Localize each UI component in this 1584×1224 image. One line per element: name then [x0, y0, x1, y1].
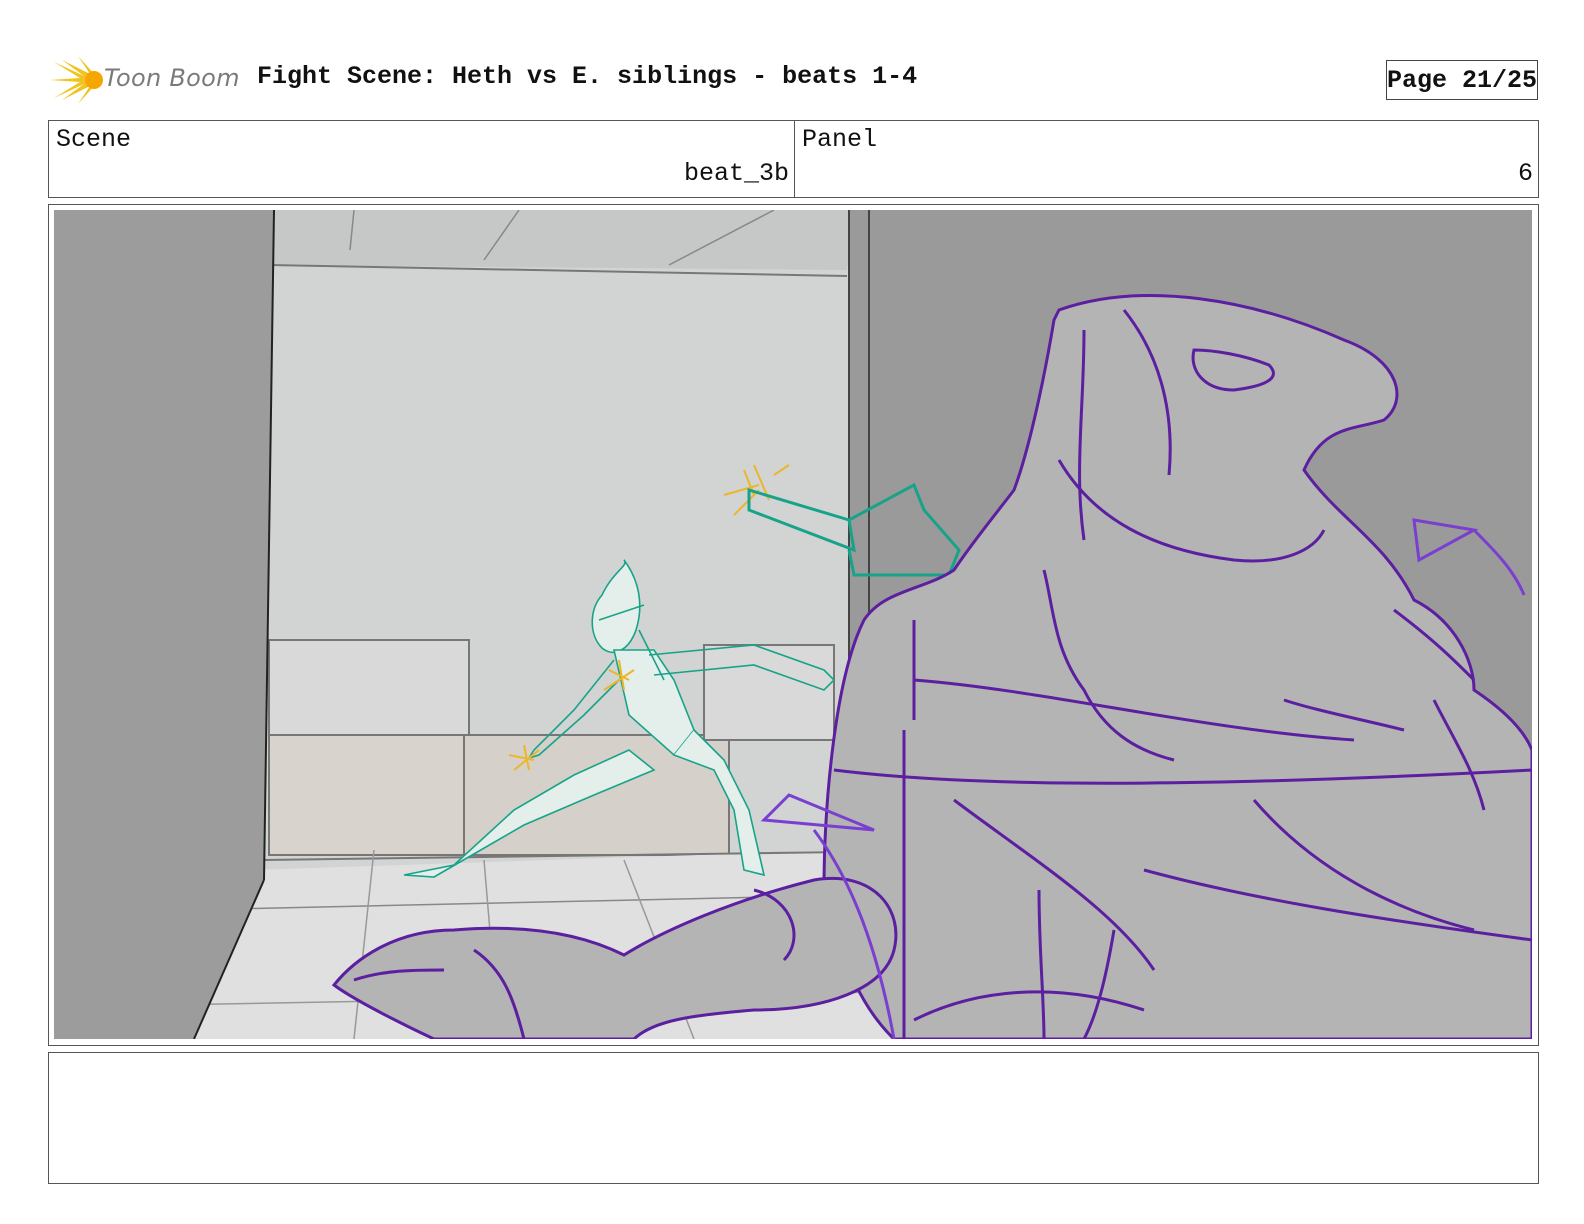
logo-text: Toon Boom [104, 64, 240, 92]
page-title: Fight Scene: Heth vs E. siblings - beats… [257, 62, 918, 91]
panel-value: 6 [1517, 159, 1533, 188]
left-wall [54, 210, 274, 1039]
spark-logo-icon [50, 56, 103, 104]
toon-boom-logo: Toon Boom [50, 54, 240, 106]
panel-cell: Panel 6 [795, 121, 1538, 197]
scene-value: beat_3b [683, 159, 789, 188]
storyboard-drawing [54, 210, 1532, 1039]
scene-label: Scene [56, 125, 132, 154]
panel-label: Panel [802, 125, 878, 154]
page-number: Page 21/25 [1386, 60, 1538, 100]
scene-cell: Scene beat_3b [49, 121, 795, 197]
storyboard-panel [48, 204, 1539, 1046]
panel-notes-box [48, 1052, 1539, 1184]
scene-panel-info: Scene beat_3b Panel 6 [48, 120, 1539, 198]
